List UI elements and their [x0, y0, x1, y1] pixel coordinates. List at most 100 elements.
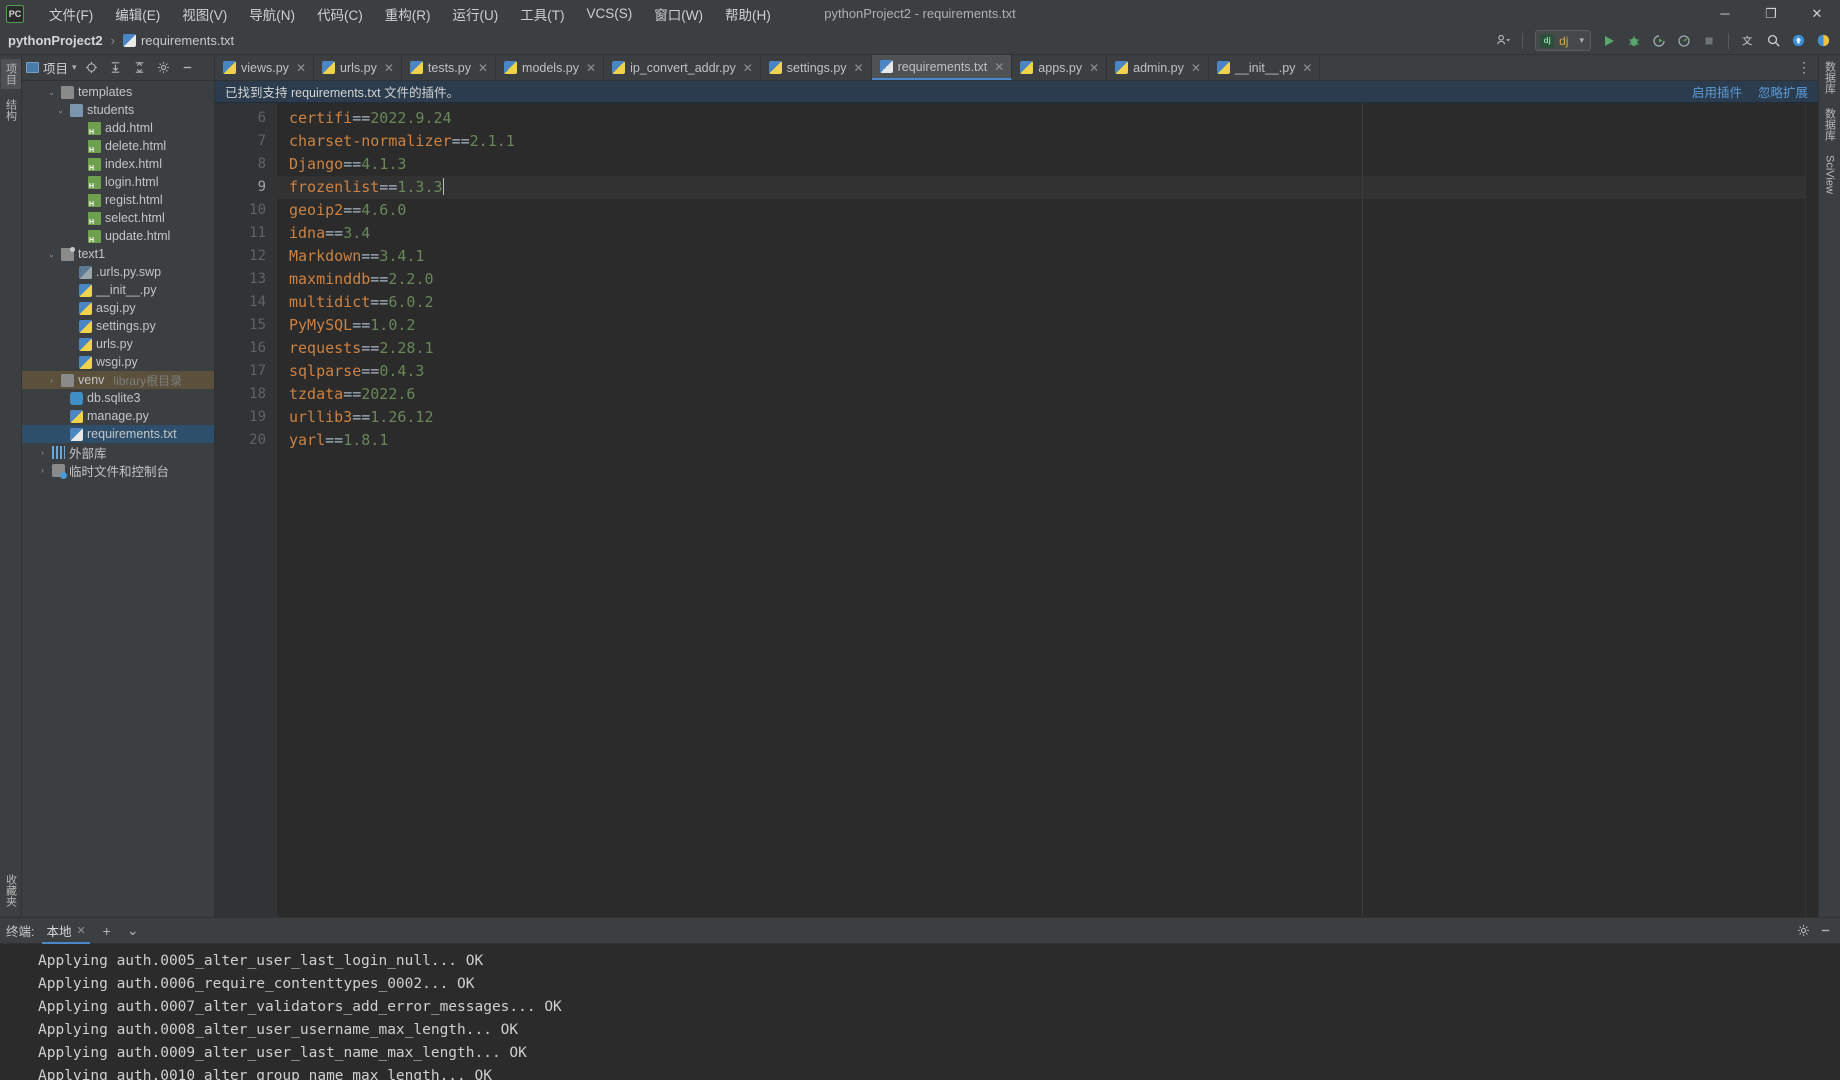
add-terminal-icon[interactable]: + [98, 922, 116, 940]
code-line[interactable]: requests==2.28.1 [277, 337, 1805, 360]
close-icon[interactable]: ✕ [1089, 61, 1099, 75]
search-icon[interactable] [1762, 30, 1784, 52]
tool-window-project[interactable]: 项目 [0, 59, 21, 89]
editor-tab-models-py[interactable]: models.py ✕ [496, 55, 605, 80]
editor-gutter[interactable]: 6 7 8 9 10 11 12 13 14 15 16 17 18 19 20 [215, 103, 277, 917]
code-line[interactable]: Django==4.1.3 [277, 153, 1805, 176]
tree-node-delete-html[interactable]: delete.html [22, 137, 214, 155]
menu-code[interactable]: 代码(C) [306, 0, 374, 28]
close-icon[interactable]: ✕ [77, 924, 86, 937]
tree-node-index-html[interactable]: index.html [22, 155, 214, 173]
profile-icon[interactable] [1673, 30, 1695, 52]
ignore-extension-link[interactable]: 忽略扩展 [1758, 82, 1808, 101]
editor-tab-apps-py[interactable]: apps.py ✕ [1012, 55, 1108, 80]
tool-window-database-2[interactable]: 数据库 [1822, 108, 1838, 141]
tree-node----[interactable]: › 外部库 [22, 443, 214, 461]
terminal-output[interactable]: Applying auth.0005_alter_user_last_login… [0, 944, 1840, 1080]
menu-navigate[interactable]: 导航(N) [238, 0, 306, 28]
project-tree[interactable]: ⌄ templates ⌄ students add.html delete.html in… [22, 81, 214, 917]
close-icon[interactable]: ✕ [1191, 61, 1201, 75]
code-line[interactable]: yarl==1.8.1 [277, 429, 1805, 452]
tree-node-text1[interactable]: ⌄ text1 [22, 245, 214, 263]
collapse-all-icon[interactable] [131, 59, 149, 77]
editor-tab-tests-py[interactable]: tests.py ✕ [402, 55, 497, 80]
tool-window-sciview[interactable]: SciView [1824, 155, 1836, 194]
editor-tab-ip-convert-addr-py[interactable]: ip_convert_addr.py ✕ [604, 55, 761, 80]
menu-vcs[interactable]: VCS(S) [576, 2, 644, 25]
chevron-right-icon[interactable]: › [46, 376, 57, 385]
editor-tab-urls-py[interactable]: urls.py ✕ [314, 55, 402, 80]
menu-file[interactable]: 文件(F) [38, 0, 104, 28]
gear-icon[interactable] [1794, 922, 1812, 940]
code-line[interactable]: tzdata==2022.6 [277, 383, 1805, 406]
translate-icon[interactable]: 文 [1737, 30, 1759, 52]
close-icon[interactable]: ✕ [743, 61, 753, 75]
menu-view[interactable]: 视图(V) [171, 0, 238, 28]
code-line[interactable]: PyMySQL==1.0.2 [277, 314, 1805, 337]
menu-refactor[interactable]: 重构(R) [374, 0, 442, 28]
menu-help[interactable]: 帮助(H) [714, 0, 782, 28]
project-panel-title[interactable]: 项目 ▾ [26, 58, 77, 77]
tree-node-urls-py[interactable]: urls.py [22, 335, 214, 353]
tree-node-wsgi-py[interactable]: wsgi.py [22, 353, 214, 371]
code-line[interactable]: geoip2==4.6.0 [277, 199, 1805, 222]
menu-tools[interactable]: 工具(T) [509, 0, 575, 28]
tool-window-database-1[interactable]: 数据库 [1822, 61, 1838, 94]
notification-icon[interactable] [1812, 30, 1834, 52]
settings-sync-icon[interactable] [1492, 30, 1514, 52]
close-icon[interactable]: ✕ [478, 61, 488, 75]
code-line[interactable]: sqlparse==0.4.3 [277, 360, 1805, 383]
tree-node-settings-py[interactable]: settings.py [22, 317, 214, 335]
code-line[interactable]: certifi==2022.9.24 [277, 107, 1805, 130]
editor-tab-admin-py[interactable]: admin.py ✕ [1107, 55, 1209, 80]
code-line[interactable]: multidict==6.0.2 [277, 291, 1805, 314]
tree-node-update-html[interactable]: update.html [22, 227, 214, 245]
chevron-down-icon[interactable]: ⌄ [46, 250, 57, 259]
maximize-button[interactable]: ❐ [1748, 0, 1794, 27]
tree-node-students[interactable]: ⌄ students [22, 101, 214, 119]
debug-icon[interactable] [1623, 30, 1645, 52]
menu-run[interactable]: 运行(U) [442, 0, 510, 28]
code-line[interactable]: charset-normalizer==2.1.1 [277, 130, 1805, 153]
close-icon[interactable]: ✕ [1302, 61, 1312, 75]
code-line[interactable]: idna==3.4 [277, 222, 1805, 245]
breadcrumb-project[interactable]: pythonProject2 [8, 33, 103, 48]
tree-node-select-html[interactable]: select.html [22, 209, 214, 227]
hide-panel-icon[interactable] [179, 59, 197, 77]
run-coverage-icon[interactable] [1648, 30, 1670, 52]
tree-node---------[interactable]: › 临时文件和控制台 [22, 461, 214, 479]
terminal-tab-local[interactable]: 本地 ✕ [42, 918, 90, 944]
breadcrumb-file[interactable]: requirements.txt [141, 33, 234, 48]
chevron-right-icon[interactable]: › [37, 448, 48, 457]
code-line[interactable]: Markdown==3.4.1 [277, 245, 1805, 268]
editor-code[interactable]: certifi==2022.9.24 charset-normalizer==2.… [277, 103, 1805, 917]
close-icon[interactable]: ✕ [994, 60, 1004, 74]
tree-node-manage-py[interactable]: manage.py [22, 407, 214, 425]
close-icon[interactable]: ✕ [384, 61, 394, 75]
menu-window[interactable]: 窗口(W) [643, 0, 714, 28]
editor-tabs-menu-icon[interactable]: ⋮ [1790, 55, 1818, 80]
chevron-right-icon[interactable]: › [37, 466, 48, 475]
menu-edit[interactable]: 编辑(E) [104, 0, 171, 28]
update-icon[interactable] [1787, 30, 1809, 52]
code-line[interactable]: frozenlist==1.3.3 [277, 176, 1805, 199]
close-icon[interactable]: ✕ [586, 61, 596, 75]
close-icon[interactable]: ✕ [296, 61, 306, 75]
editor-scrollbar[interactable] [1805, 103, 1818, 917]
enable-plugin-link[interactable]: 启用插件 [1692, 82, 1742, 101]
tree-node-venv[interactable]: › venv library根目录 [22, 371, 214, 389]
tree-node-login-html[interactable]: login.html [22, 173, 214, 191]
code-line[interactable]: urllib3==1.26.12 [277, 406, 1805, 429]
tree-node-add-html[interactable]: add.html [22, 119, 214, 137]
close-button[interactable]: ✕ [1794, 0, 1840, 27]
tree-node---init---py[interactable]: __init__.py [22, 281, 214, 299]
chevron-down-icon[interactable]: ⌄ [46, 88, 57, 97]
tree-node--urls-py-swp[interactable]: .urls.py.swp [22, 263, 214, 281]
locate-icon[interactable] [83, 59, 101, 77]
editor-tab---init---py[interactable]: __init__.py ✕ [1209, 55, 1321, 80]
tree-node-requirements-txt[interactable]: requirements.txt [22, 425, 214, 443]
tree-node-db-sqlite3[interactable]: db.sqlite3 [22, 389, 214, 407]
tree-node-templates[interactable]: ⌄ templates [22, 83, 214, 101]
tool-window-structure[interactable]: 结构 [1, 95, 21, 125]
tool-window-favorites[interactable]: 收藏夹 [1, 870, 21, 911]
